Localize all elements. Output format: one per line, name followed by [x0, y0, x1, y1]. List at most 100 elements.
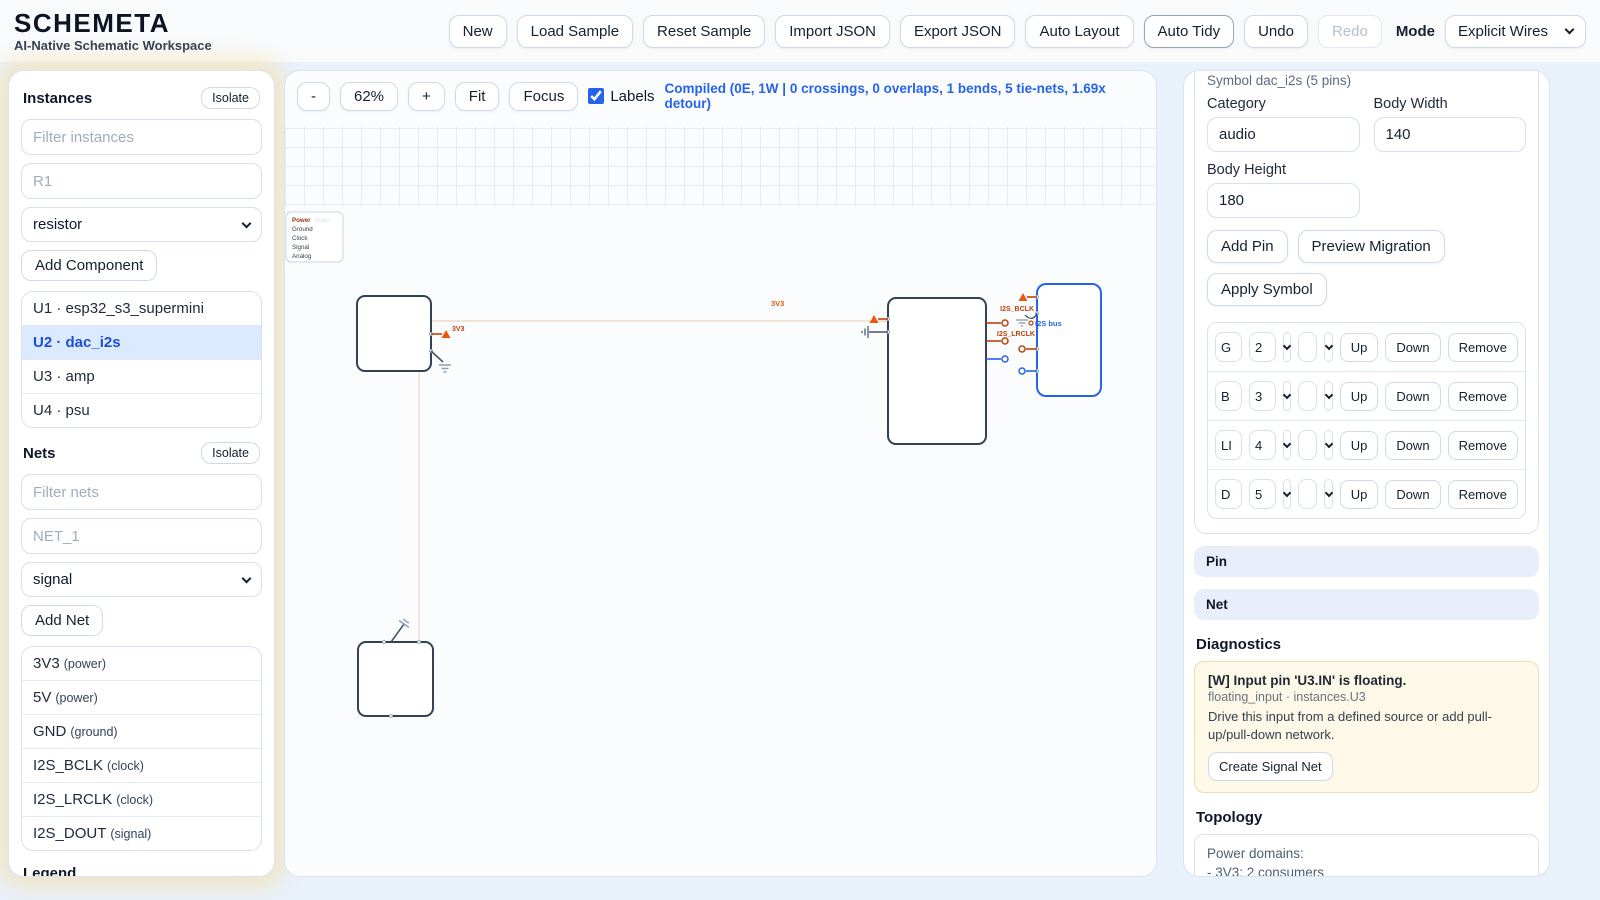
pin-port[interactable]: [1019, 346, 1025, 352]
auto-tidy-button[interactable]: Auto Tidy: [1144, 15, 1235, 48]
chevron-down-icon: [1324, 342, 1332, 350]
instance-ref-input[interactable]: [21, 163, 262, 199]
pin-number-input[interactable]: [1249, 332, 1276, 362]
pin-name-input[interactable]: [1215, 332, 1242, 362]
pin-type-select[interactable]: [1324, 430, 1332, 460]
category-input[interactable]: [1207, 117, 1360, 152]
pin-up-button[interactable]: Up: [1340, 333, 1379, 362]
canvas-toolbar: - 62% + Fit Focus Labels Compiled (0E, 1…: [285, 71, 1156, 121]
instance-item-u4[interactable]: U4 · psu: [22, 393, 261, 427]
pin-offset-input[interactable]: [1298, 479, 1317, 509]
pin-port[interactable]: [1002, 338, 1008, 344]
auto-layout-button[interactable]: Auto Layout: [1025, 15, 1133, 48]
import-json-button[interactable]: Import JSON: [775, 15, 890, 48]
zoom-in-button[interactable]: +: [408, 82, 445, 111]
nets-filter-input[interactable]: [21, 474, 262, 510]
pin-remove-button[interactable]: Remove: [1448, 333, 1518, 362]
nets-isolate-button[interactable]: Isolate: [201, 442, 260, 464]
pin-down-button[interactable]: Down: [1385, 382, 1440, 411]
pin-down-button[interactable]: Down: [1385, 333, 1440, 362]
pin-number-input[interactable]: [1249, 381, 1276, 411]
preview-migration-button[interactable]: Preview Migration: [1298, 230, 1445, 263]
pin-down-button[interactable]: Down: [1385, 480, 1440, 509]
instances-isolate-button[interactable]: Isolate: [201, 87, 260, 109]
labels-checkbox[interactable]: [588, 88, 604, 104]
pin-port[interactable]: [1002, 320, 1008, 326]
apply-symbol-button[interactable]: Apply Symbol: [1207, 273, 1327, 306]
net-name: I2S_BCLK: [33, 757, 103, 774]
net-item-3v3[interactable]: 3V3(power): [22, 647, 261, 680]
warning-description: Drive this input from a defined source o…: [1208, 708, 1525, 743]
net-item-5v[interactable]: 5V(power): [22, 680, 261, 714]
net-item-i2s-dout[interactable]: I2S_DOUT(signal): [22, 816, 261, 850]
pin-offset-input[interactable]: [1298, 381, 1317, 411]
pin-up-button[interactable]: Up: [1340, 431, 1379, 460]
pin-side-select[interactable]: [1283, 332, 1291, 362]
redo-button: Redo: [1318, 15, 1382, 48]
net-name-input[interactable]: [21, 518, 262, 554]
category-label: Category: [1207, 96, 1360, 112]
instance-item-u1[interactable]: U1 · esp32_s3_supermini: [22, 292, 261, 325]
diagnostics-title: Diagnostics: [1196, 636, 1537, 653]
load-sample-button[interactable]: Load Sample: [517, 15, 633, 48]
pin-side-select[interactable]: [1283, 381, 1291, 411]
pin-number-input[interactable]: [1249, 430, 1276, 460]
pin-type-select[interactable]: [1324, 332, 1332, 362]
pin-down-button[interactable]: Down: [1385, 431, 1440, 460]
pin-offset-input[interactable]: [1298, 430, 1317, 460]
component-u2-selected[interactable]: I2S_BCLK I2S bus I2S_LRCLK: [997, 284, 1101, 396]
body-height-input[interactable]: [1207, 183, 1360, 218]
add-component-button[interactable]: Add Component: [21, 250, 157, 281]
undo-button[interactable]: Undo: [1244, 15, 1308, 48]
focus-button[interactable]: Focus: [509, 82, 578, 111]
pin-type-select[interactable]: [1324, 381, 1332, 411]
new-button[interactable]: New: [449, 15, 507, 48]
zoom-out-button[interactable]: -: [297, 82, 330, 111]
instances-filter-input[interactable]: [21, 119, 262, 155]
pin-up-button[interactable]: Up: [1340, 382, 1379, 411]
pin-row-4: Up Down Remove: [1208, 469, 1525, 518]
pin-side-select[interactable]: [1283, 479, 1291, 509]
export-json-button[interactable]: Export JSON: [900, 15, 1016, 48]
schematic-canvas[interactable]: 3V3 Power chain Ground Clock Signal Anal…: [285, 71, 1157, 877]
topology-card: Power domains: - 3V3: 2 consumers - 5V: …: [1194, 834, 1539, 877]
net-item-i2s-lrclk[interactable]: I2S_LRCLK(clock): [22, 782, 261, 816]
pin-remove-button[interactable]: Remove: [1448, 480, 1518, 509]
body-width-input[interactable]: [1374, 117, 1527, 152]
pin-name-input[interactable]: [1215, 430, 1242, 460]
component-u1[interactable]: 3V3: [357, 296, 465, 372]
power-rail-3v3: [419, 321, 888, 640]
wire-label-3v3[interactable]: 3V3: [771, 299, 784, 308]
pin-remove-button[interactable]: Remove: [1448, 431, 1518, 460]
net-type-select[interactable]: signal: [21, 562, 262, 597]
add-pin-button[interactable]: Add Pin: [1207, 230, 1288, 263]
pin-number-input[interactable]: [1249, 479, 1276, 509]
net-kind: (clock): [116, 793, 153, 807]
component-u4[interactable]: [358, 618, 433, 718]
instance-item-u2[interactable]: U2 · dac_i2s: [22, 325, 261, 359]
pin-port[interactable]: [1019, 368, 1025, 374]
pin-port[interactable]: [1029, 321, 1033, 325]
pin-remove-button[interactable]: Remove: [1448, 382, 1518, 411]
pin-offset-input[interactable]: [1298, 332, 1317, 362]
mode-select[interactable]: Explicit Wires: [1445, 15, 1586, 48]
reset-sample-button[interactable]: Reset Sample: [643, 15, 765, 48]
add-net-button[interactable]: Add Net: [21, 605, 103, 636]
component-u3[interactable]: [862, 298, 1008, 444]
create-signal-net-button[interactable]: Create Signal Net: [1208, 752, 1333, 781]
fit-button[interactable]: Fit: [455, 82, 500, 111]
net-item-i2s-bclk[interactable]: I2S_BCLK(clock): [22, 748, 261, 782]
pin-section-header[interactable]: Pin: [1194, 546, 1539, 577]
net-item-gnd[interactable]: GND(ground): [22, 714, 261, 748]
instance-type-select[interactable]: resistor: [21, 207, 262, 242]
net-section-header[interactable]: Net: [1194, 589, 1539, 620]
pin-name-input[interactable]: [1215, 381, 1242, 411]
pin-side-select[interactable]: [1283, 430, 1291, 460]
instance-item-u3[interactable]: U3 · amp: [22, 359, 261, 393]
pin-type-select[interactable]: [1324, 479, 1332, 509]
pin-name-input[interactable]: [1215, 479, 1242, 509]
pin-up-button[interactable]: Up: [1340, 480, 1379, 509]
pin-port[interactable]: [1002, 356, 1008, 362]
chevron-down-icon: [1283, 391, 1291, 399]
zoom-level-button[interactable]: 62%: [340, 82, 398, 111]
